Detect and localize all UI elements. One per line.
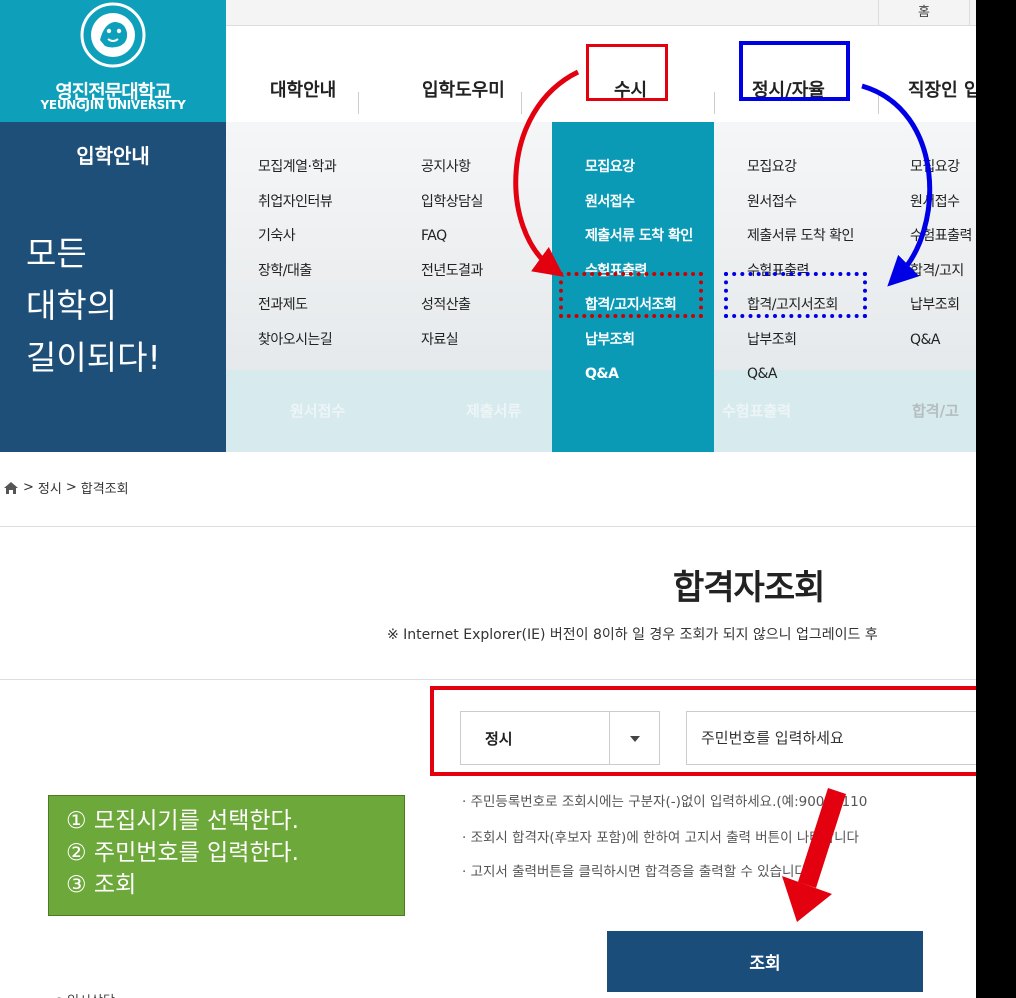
annotation-overlay	[513, 69, 933, 922]
red-down-arrow-icon	[782, 788, 846, 922]
screen-edge	[976, 0, 1016, 998]
blue-curved-arrow	[861, 83, 933, 287]
red-curved-arrow	[513, 69, 580, 277]
